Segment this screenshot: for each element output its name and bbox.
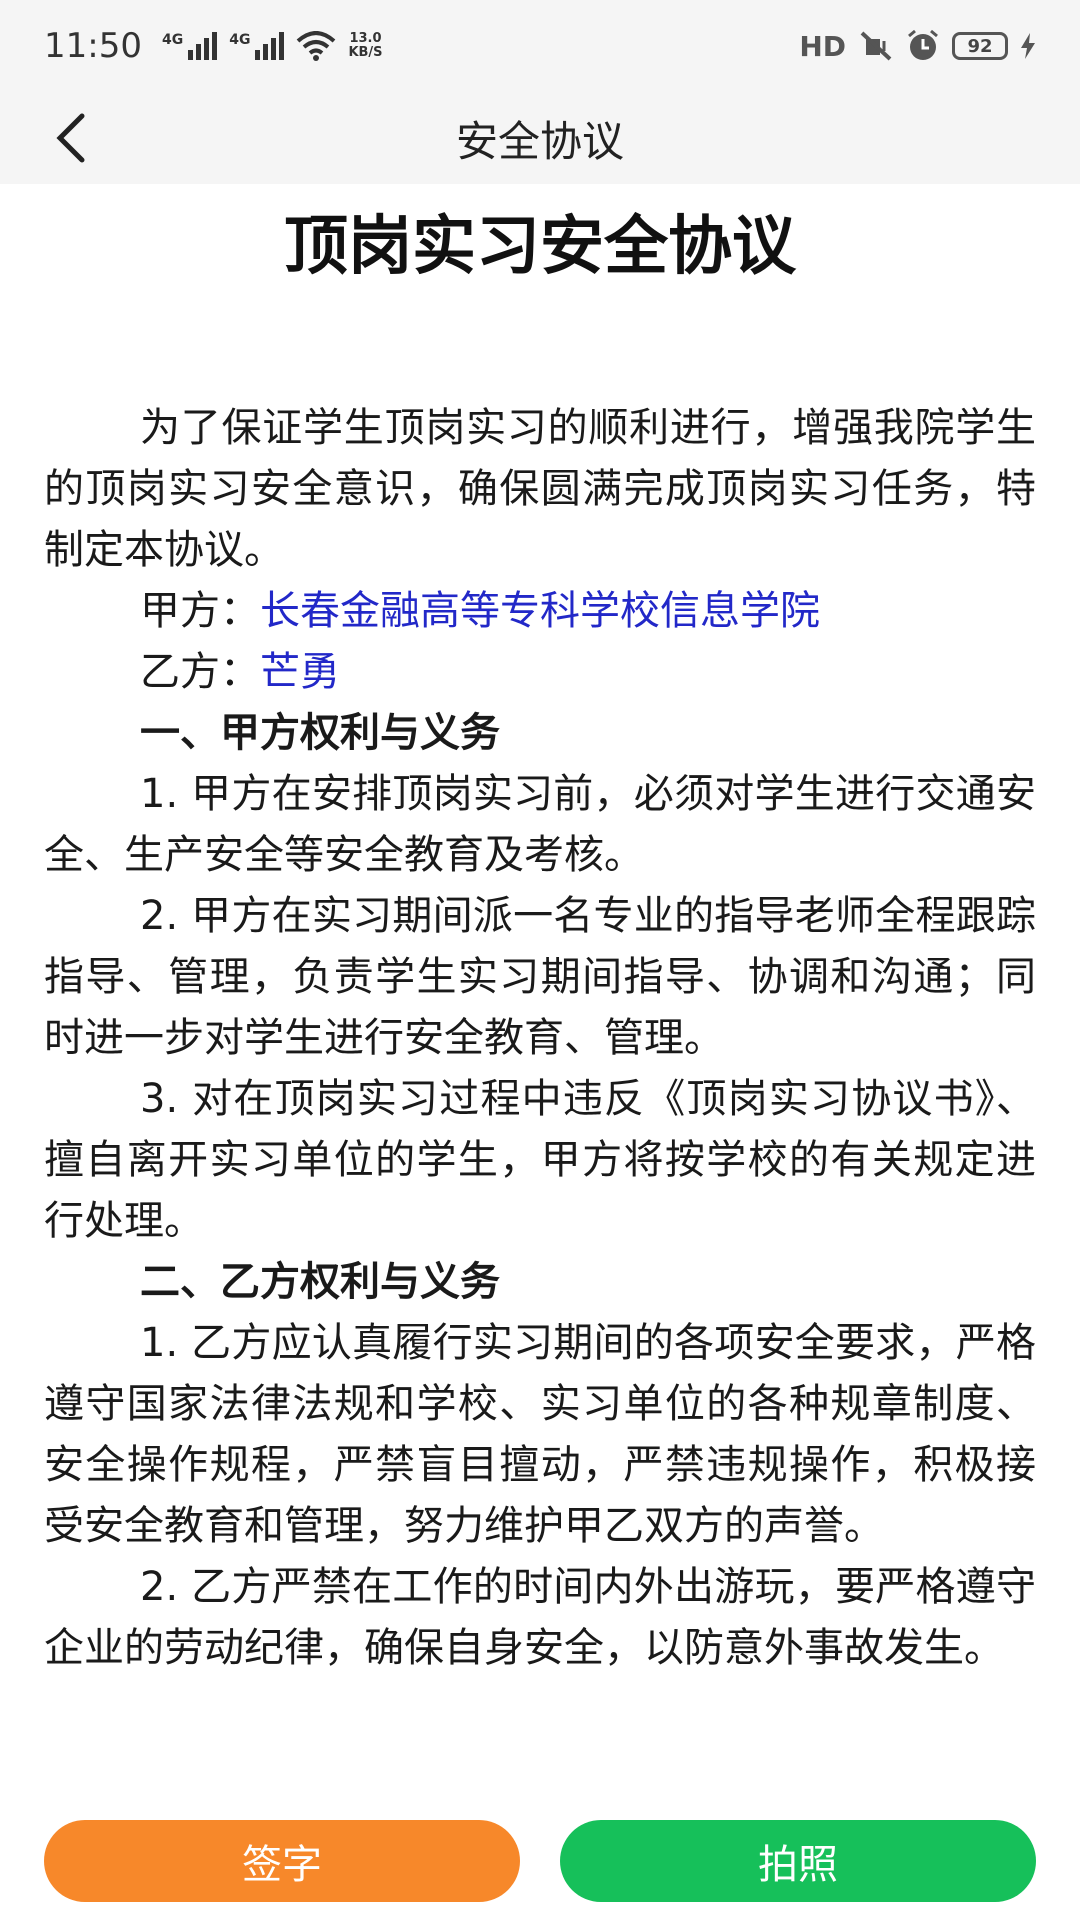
party-a-label: 甲方： <box>140 588 260 634</box>
battery-icon: 92 <box>952 32 1008 60</box>
bottom-action-bar: 签字 拍照 <box>0 1800 1080 1920</box>
party-b-label: 乙方： <box>140 649 260 695</box>
section-2-item-1: 1. 乙方应认真履行实习期间的各项安全要求，严格遵守国家法律法规和学校、实习单位… <box>44 1320 1036 1549</box>
net-speed: 13.0 KB/S <box>348 32 382 60</box>
signal-label-2: 4G <box>229 32 251 48</box>
section-1-item-1: 1. 甲方在安排顶岗实习前，必须对学生进行交通安全、生产安全等安全教育及考核。 <box>44 771 1036 878</box>
party-b-line: 乙方：芒勇 <box>44 642 1036 703</box>
alarm-icon <box>908 29 938 60</box>
section-1-item-3: 3. 对在顶岗实习过程中违反《顶岗实习协议书》、擅自离开实习单位的学生，甲方将按… <box>44 1076 1036 1244</box>
wifi-icon <box>297 31 336 61</box>
battery-level: 92 <box>967 35 993 57</box>
status-bar-right: HD 92 <box>799 29 1036 63</box>
hd-indicator: HD <box>799 29 846 63</box>
nav-bar: 安全协议 <box>0 92 1080 184</box>
charging-icon <box>1021 33 1035 59</box>
title-spacer <box>44 288 1036 398</box>
status-time: 11:50 <box>44 26 142 66</box>
party-b-value: 芒勇 <box>260 649 340 695</box>
section-1-item-2: 2. 甲方在实习期间派一名专业的指导老师全程跟踪指导、管理，负责学生实习期间指导… <box>44 893 1036 1061</box>
party-a-value: 长春金融高等专科学校信息学院 <box>260 588 820 634</box>
section-2-item-2: 2. 乙方严禁在工作的时间内外出游玩，要严格遵守企业的劳动纪律，确保自身安全，以… <box>44 1564 1036 1671</box>
signal-label: 4G <box>161 32 184 48</box>
net-speed-value: 13.0 <box>349 31 382 46</box>
mute-vibrate-icon <box>860 31 892 61</box>
status-bar: 11:50 4G 4G 13.0 KB/S HD 92 <box>0 0 1080 92</box>
party-a-line: 甲方：长春金融高等专科学校信息学院 <box>44 581 1036 642</box>
page-title: 安全协议 <box>455 116 624 166</box>
document-title: 顶岗实习安全协议 <box>284 210 796 284</box>
photo-button-label: 拍照 <box>758 1842 838 1888</box>
intro-paragraph: 为了保证学生顶岗实习的顺利进行，增强我院学生的顶岗实习安全意识，确保圆满完成顶岗… <box>44 405 1036 573</box>
net-speed-unit: KB/S <box>348 45 383 60</box>
sign-button-label: 签字 <box>242 1842 322 1888</box>
document-content[interactable]: 顶岗实习安全协议 为了保证学生顶岗实习的顺利进行，增强我院学生的顶岗实习安全意识… <box>0 184 1080 1800</box>
back-button[interactable] <box>44 112 96 164</box>
signal-icon-2: 4G <box>229 32 285 60</box>
photo-button[interactable]: 拍照 <box>560 1820 1036 1902</box>
chevron-left-icon <box>56 113 85 163</box>
sign-button[interactable]: 签字 <box>44 1820 520 1902</box>
signal-icon: 4G <box>161 32 218 60</box>
status-bar-left: 11:50 4G 4G 13.0 KB/S <box>44 26 383 66</box>
section-2-heading: 二、乙方权利与义务 <box>140 1259 500 1305</box>
section-1-heading: 一、甲方权利与义务 <box>140 710 500 756</box>
